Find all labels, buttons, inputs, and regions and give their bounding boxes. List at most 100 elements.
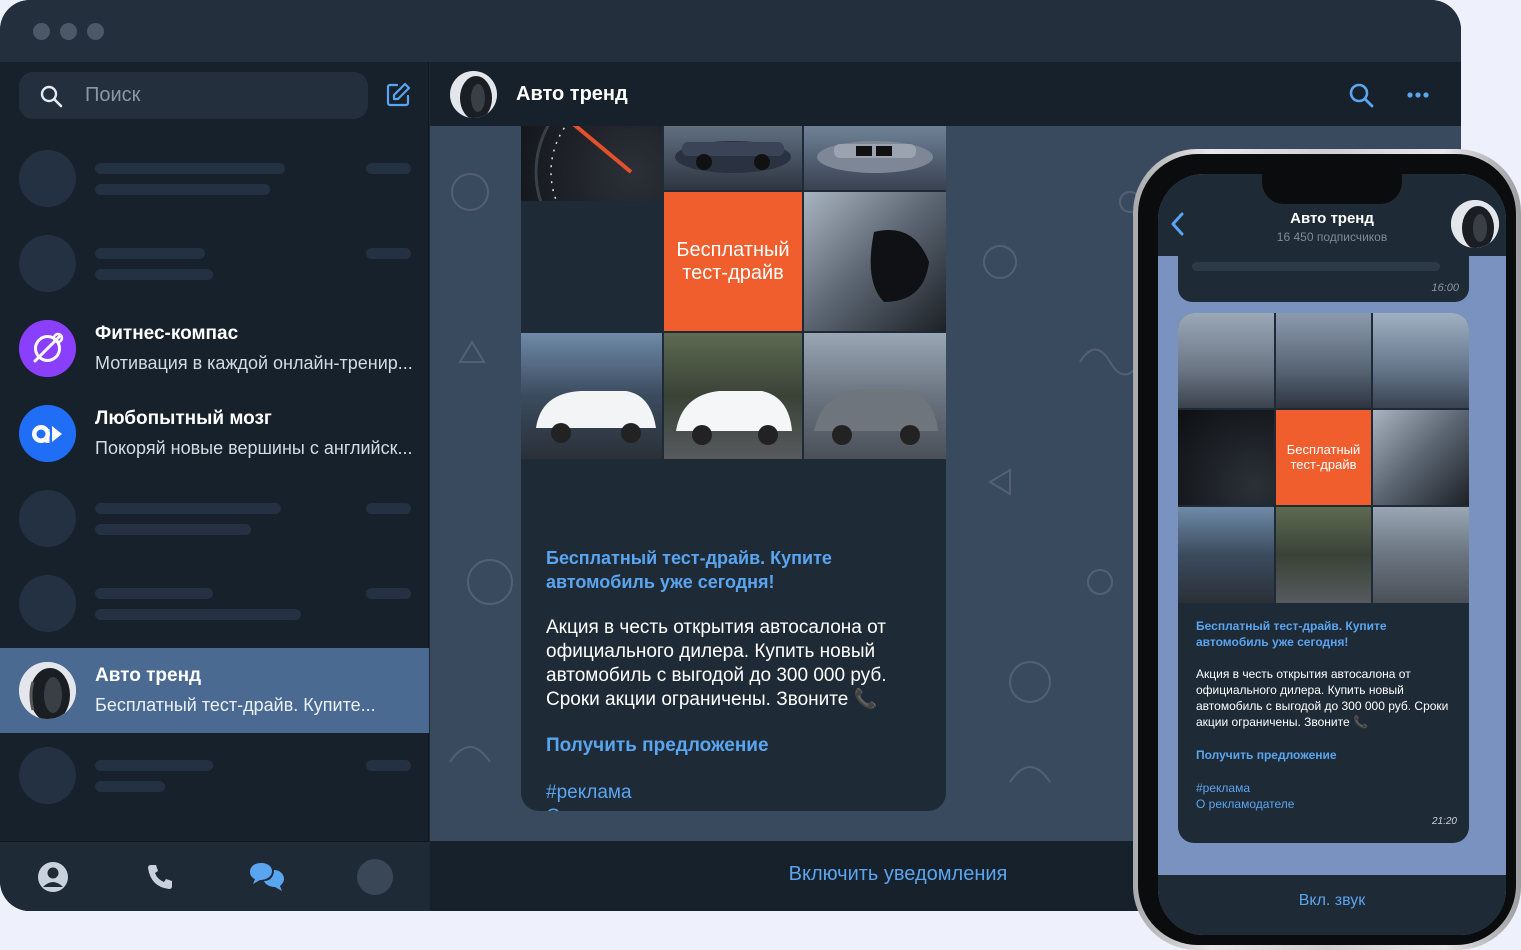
placeholder-line — [95, 248, 205, 259]
placeholder-line — [95, 588, 213, 599]
message-time: 16:00 — [1431, 282, 1459, 294]
mirror-photo[interactable] — [1373, 410, 1469, 505]
chat-placeholder[interactable] — [0, 476, 429, 561]
chat-item-auto-trend[interactable]: Авто тренд Бесплатный тест-драйв. Купите… — [0, 648, 429, 733]
search-icon — [40, 85, 63, 108]
nav-settings[interactable] — [355, 857, 395, 897]
compose-icon[interactable] — [385, 82, 411, 108]
hashtag-link[interactable]: #реклама — [1196, 781, 1250, 795]
search-icon[interactable] — [1348, 82, 1374, 108]
car-photo[interactable] — [1373, 507, 1469, 603]
speedometer-photo[interactable] — [521, 126, 662, 201]
placeholder-line — [95, 503, 281, 514]
chat-placeholder[interactable] — [0, 561, 429, 646]
get-offer-link[interactable]: Получить предложение — [546, 735, 769, 757]
search-input[interactable]: Поиск — [19, 72, 368, 119]
photo-grid[interactable]: Бесплатный тест-драйв — [521, 126, 946, 459]
chats-icon — [250, 863, 284, 891]
car-photo[interactable] — [1276, 313, 1371, 408]
avatar — [19, 490, 76, 547]
chat-preview: Покоряй новые вершины с английск... — [95, 438, 413, 458]
chat-placeholder[interactable] — [0, 733, 429, 818]
unmute-button[interactable]: Вкл. звук — [1158, 892, 1506, 910]
phone-mockup: Авто тренд 16 450 подписчиков 16:00 Бесп… — [1133, 149, 1521, 950]
car-photo[interactable] — [804, 126, 946, 190]
car-photo[interactable] — [1178, 313, 1274, 408]
speedometer-photo[interactable] — [1178, 410, 1274, 505]
avatar — [19, 150, 76, 207]
placeholder-line — [366, 248, 411, 259]
avatar — [19, 575, 76, 632]
get-offer-link[interactable]: Получить предложение — [1196, 748, 1337, 762]
chat-sidebar: Поиск Фитнес-компас Мотивация в каждой о… — [0, 62, 429, 911]
placeholder-line — [95, 184, 270, 195]
settings-avatar-icon — [357, 859, 393, 895]
placeholder-line — [366, 163, 411, 174]
about-advertiser-link[interactable]: О рекламодателе — [1196, 797, 1294, 811]
ad-title: Бесплатный тест-драйв. Купите автомобиль… — [1196, 619, 1387, 649]
phone-notch — [1262, 174, 1402, 204]
placeholder-line — [366, 588, 411, 599]
car-photo[interactable] — [664, 126, 802, 190]
title-bar — [0, 0, 1461, 62]
phone-bezel: Авто тренд 16 450 подписчиков 16:00 Бесп… — [1138, 154, 1516, 945]
chat-preview: Мотивация в каждой онлайн-тренир... — [95, 353, 413, 373]
placeholder-line — [95, 760, 213, 771]
promo-tile[interactable]: Бесплатный тест-драйв — [1276, 410, 1371, 505]
chat-placeholder[interactable] — [0, 136, 429, 221]
chat-placeholder[interactable] — [0, 221, 429, 306]
search-placeholder: Поиск — [85, 84, 141, 106]
ad-post-bubble: Бесплатный тест-драйв Бесплатный тест-др… — [521, 126, 946, 811]
mirror-photo[interactable] — [804, 192, 946, 331]
promo-tile[interactable]: Бесплатный тест-драйв — [664, 192, 802, 331]
tire-logo-icon — [1451, 200, 1499, 248]
chat-name: Авто тренд — [95, 665, 202, 686]
chat-item-fitness[interactable]: Фитнес-компас Мотивация в каждой онлайн-… — [0, 306, 429, 391]
car-photo[interactable] — [804, 333, 946, 459]
phone-ad-post-bubble: Бесплатный тест-драйв Бесплатный тест-др… — [1178, 313, 1469, 843]
placeholder-line — [95, 781, 165, 792]
placeholder-line — [95, 163, 285, 174]
fitness-logo-icon — [19, 320, 76, 377]
car-photo[interactable] — [1373, 313, 1469, 408]
more-icon[interactable] — [1407, 92, 1429, 98]
nav-contacts[interactable] — [33, 857, 73, 897]
avatar — [19, 747, 76, 804]
placeholder-line — [366, 760, 411, 771]
placeholder-line — [95, 609, 301, 620]
placeholder-line — [366, 503, 411, 514]
channel-avatar[interactable] — [450, 71, 497, 118]
avatar — [19, 235, 76, 292]
phone-photo-grid[interactable]: Бесплатный тест-драйв — [1178, 313, 1469, 603]
message-time: 21:20 — [1431, 816, 1457, 827]
about-advertiser-link[interactable]: О рекламодателе — [546, 806, 702, 811]
ad-body: Акция в честь открытия автосалона от офи… — [1196, 667, 1449, 729]
avatar — [19, 320, 76, 377]
nav-calls[interactable] — [140, 857, 180, 897]
placeholder-line — [1192, 262, 1440, 271]
phone-channel-avatar[interactable] — [1451, 200, 1499, 248]
chat-preview: Бесплатный тест-драйв. Купите... — [95, 695, 376, 715]
window-close-dot[interactable] — [33, 23, 50, 40]
car-photo[interactable] — [521, 333, 662, 459]
tire-logo-icon — [19, 662, 76, 719]
phone-chat-footer: Вкл. звук — [1158, 875, 1506, 935]
window-minimize-dot[interactable] — [60, 23, 77, 40]
chat-item-curious-brain[interactable]: Любопытный мозг Покоряй новые вершины с … — [0, 391, 429, 476]
hashtag-link[interactable]: #реклама — [546, 782, 632, 804]
chat-name: Любопытный мозг — [95, 408, 272, 429]
car-photo[interactable] — [1178, 507, 1274, 603]
ad-title: Бесплатный тест-драйв. Купите автомобиль… — [546, 548, 832, 592]
nav-chats[interactable] — [247, 857, 287, 897]
car-photo[interactable] — [664, 333, 802, 459]
car-photo[interactable] — [1276, 507, 1371, 603]
ad-body: Акция в честь открытия автосалона от офи… — [546, 617, 887, 710]
language-logo-icon — [19, 405, 76, 462]
placeholder-line — [95, 269, 213, 280]
profile-icon — [38, 862, 68, 892]
chat-name: Фитнес-компас — [95, 323, 239, 344]
phone-screen: Авто тренд 16 450 подписчиков 16:00 Бесп… — [1158, 174, 1506, 935]
channel-title: Авто тренд — [516, 83, 628, 105]
phone-icon — [148, 865, 172, 889]
window-maximize-dot[interactable] — [87, 23, 104, 40]
